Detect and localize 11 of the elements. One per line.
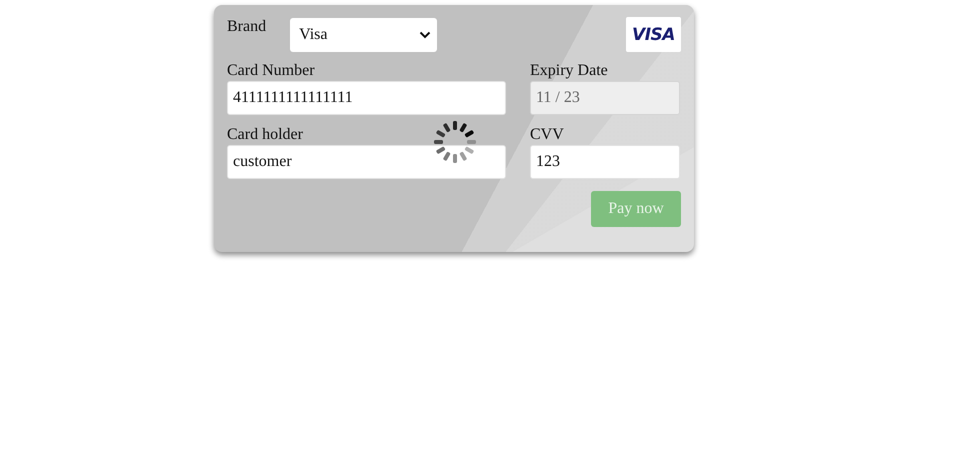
field-label: Card Number	[227, 61, 316, 81]
input-field[interactable]: customer	[227, 145, 506, 179]
input-field[interactable]: 4111111111111111	[227, 81, 506, 115]
field-label: Expiry Date	[530, 61, 609, 81]
card-brand-logo: VISA	[626, 17, 681, 52]
field-label: Card holder	[227, 125, 304, 145]
chevron-down-icon	[419, 31, 432, 39]
input-field[interactable]: 123	[530, 145, 680, 179]
brand-label: Brand	[227, 17, 266, 37]
field-label: CVV	[530, 125, 565, 145]
brand-select[interactable]: Visa	[290, 18, 438, 52]
